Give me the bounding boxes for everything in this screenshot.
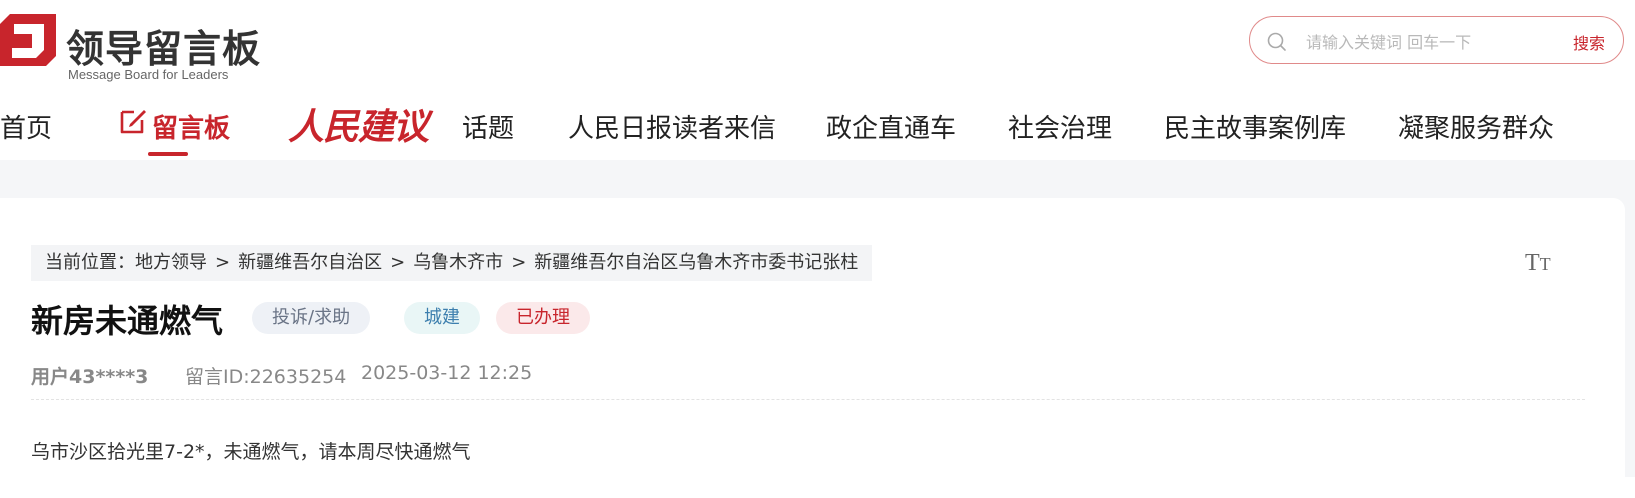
nav-item-people-suggestions[interactable]: 人民建议 (288, 98, 429, 150)
search-input[interactable] (1304, 29, 1558, 55)
breadcrumb-item-leader[interactable]: 新疆维吾尔自治区乌鲁木齐市委书记张柱 (534, 252, 858, 273)
message-date: 2025-03-12 12:25 (361, 362, 533, 384)
breadcrumb-item-local-leaders[interactable]: 地方领导 (135, 252, 207, 273)
breadcrumb: 当前位置：地方领导 > 新疆维吾尔自治区 > 乌鲁木齐市 > 新疆维吾尔自治区乌鲁木齐市委书… (31, 245, 873, 281)
breadcrumb-item-city[interactable]: 乌鲁木齐市 (413, 252, 503, 273)
message-user: 用户43****3 (31, 366, 149, 388)
breadcrumb-separator: > (511, 252, 527, 273)
nav-item-readers-letters[interactable]: 人民日报读者来信 (568, 108, 776, 145)
status-badge: 已办理 (496, 302, 590, 334)
breadcrumb-item-region[interactable]: 新疆维吾尔自治区 (238, 252, 382, 273)
nav-item-home[interactable]: 首页 (0, 108, 52, 145)
nav-item-enterprise-express[interactable]: 政企直通车 (826, 108, 956, 145)
nav-item-serve-masses[interactable]: 凝聚服务群众 (1398, 108, 1554, 145)
nav-item-democracy-cases[interactable]: 民主故事案例库 (1164, 108, 1346, 145)
nav-item-message-board[interactable]: 留言板 (152, 108, 230, 145)
edit-icon (120, 110, 146, 134)
nav-item-topics[interactable]: 话题 (462, 108, 514, 145)
message-title: 新房未通燃气 (31, 302, 224, 340)
breadcrumb-separator: > (390, 252, 406, 273)
search-icon (1267, 32, 1286, 51)
meta-divider (31, 399, 1585, 400)
search-button[interactable]: 搜索 (1573, 30, 1605, 54)
logo-title: 领导留言板 (66, 27, 262, 71)
message-id: 留言ID:22635254 (185, 366, 347, 388)
breadcrumb-separator: > (215, 252, 231, 273)
breadcrumb-prefix: 当前位置： (45, 252, 135, 273)
tag-category-badge: 城建 (404, 302, 480, 334)
message-content: 乌市沙区拾光里7-2*，未通燃气，请本周尽快通燃气 (31, 441, 471, 463)
nav-item-social-governance[interactable]: 社会治理 (1008, 108, 1112, 145)
nav-active-indicator (148, 152, 188, 156)
tag-type-badge: 投诉/求助 (252, 302, 371, 334)
font-size-icon[interactable]: TT (1525, 250, 1551, 277)
search-box: 搜索 (1249, 16, 1624, 64)
main-nav: 首页 留言板 话题 人民日报读者来信 政企直通车 社会治理 民主故事案例库 凝聚… (0, 98, 1635, 158)
font-size-big-letter: T (1525, 250, 1540, 276)
logo-mark-icon (0, 14, 56, 66)
font-size-small-letter: T (1539, 254, 1551, 274)
logo-subtitle: Message Board for Leaders (68, 67, 229, 82)
